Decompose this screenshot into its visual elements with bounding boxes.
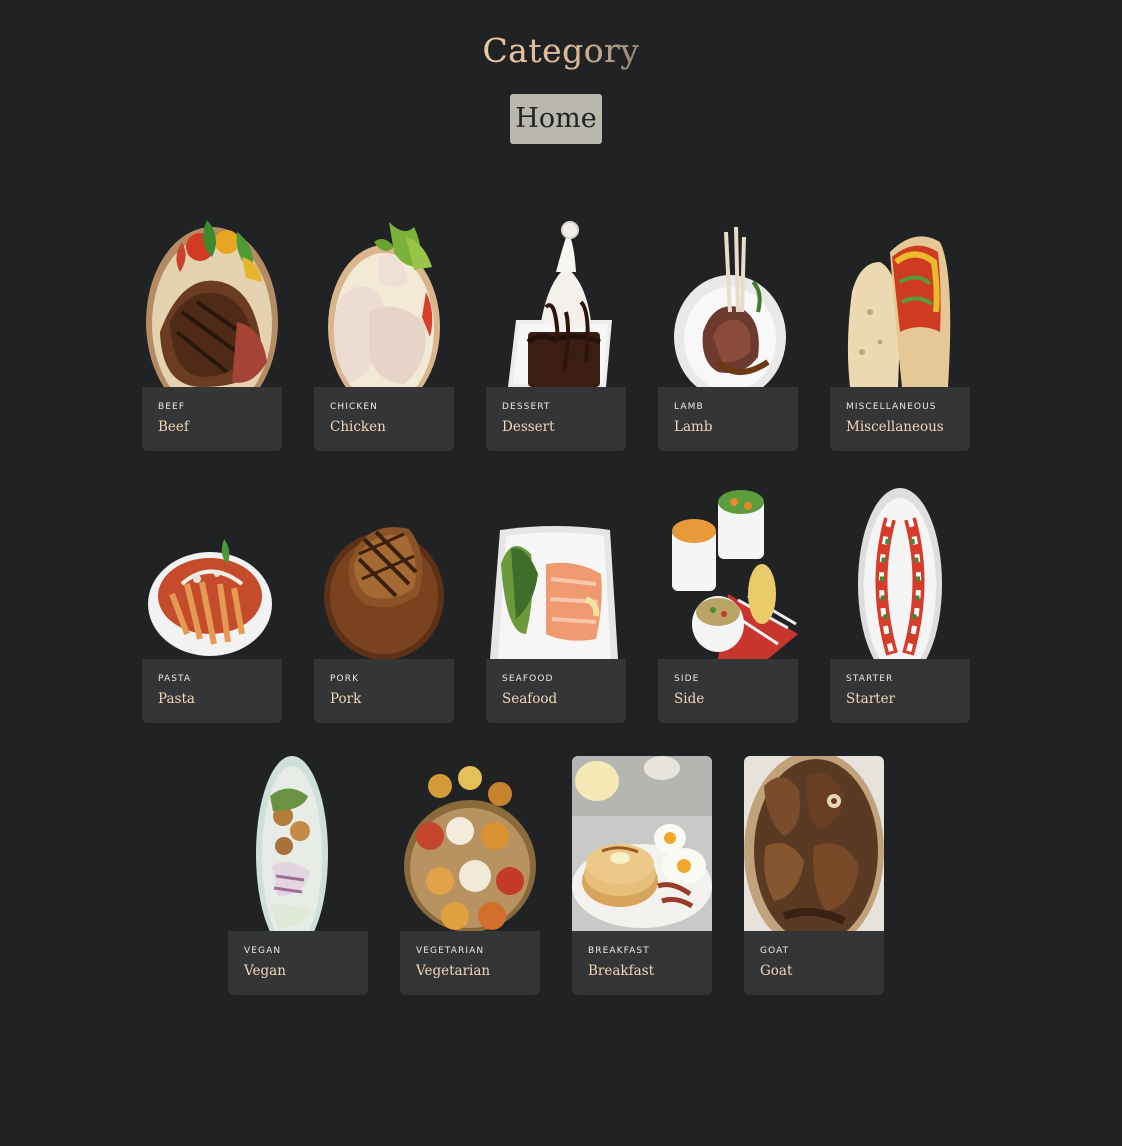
card-info: GOAT Goat bbox=[744, 931, 884, 995]
category-kicker: SEAFOOD bbox=[502, 674, 554, 684]
category-card-seafood[interactable]: SEAFOOD Seafood bbox=[486, 484, 626, 723]
category-kicker: MISCELLANEOUS bbox=[846, 402, 937, 412]
card-info: PASTA Pasta bbox=[142, 659, 282, 723]
category-name: Dessert bbox=[502, 419, 555, 435]
category-kicker: CHICKEN bbox=[330, 402, 379, 412]
category-name: Pasta bbox=[158, 691, 195, 707]
category-card-vegetarian[interactable]: VEGETARIAN Vegetarian bbox=[400, 756, 540, 995]
category-card-side[interactable]: SIDE Side bbox=[658, 484, 798, 723]
breakfast-image bbox=[572, 756, 712, 931]
category-kicker: DESSERT bbox=[502, 402, 551, 412]
category-name: Starter bbox=[846, 691, 896, 707]
miscellaneous-image bbox=[830, 212, 970, 387]
card-info: BEEF Beef bbox=[142, 387, 282, 451]
category-card-beef[interactable]: BEEF Beef bbox=[142, 212, 282, 451]
category-card-goat[interactable]: GOAT Goat bbox=[744, 756, 884, 995]
card-info: BREAKFAST Breakfast bbox=[572, 931, 712, 995]
category-name: Side bbox=[674, 691, 705, 707]
card-info: SEAFOOD Seafood bbox=[486, 659, 626, 723]
category-name: Miscellaneous bbox=[846, 419, 944, 435]
category-card-chicken[interactable]: CHICKEN Chicken bbox=[314, 212, 454, 451]
lamb-image bbox=[658, 212, 798, 387]
category-kicker: BREAKFAST bbox=[588, 946, 650, 956]
category-name: Beef bbox=[158, 419, 189, 435]
starter-image bbox=[830, 484, 970, 659]
category-kicker: LAMB bbox=[674, 402, 704, 412]
category-grid: BEEF Beef CHICKEN Chicken DESSERT Desser… bbox=[0, 0, 1122, 1146]
vegan-image bbox=[228, 756, 368, 931]
card-info: PORK Pork bbox=[314, 659, 454, 723]
category-card-pasta[interactable]: PASTA Pasta bbox=[142, 484, 282, 723]
category-kicker: VEGAN bbox=[244, 946, 282, 956]
category-name: Vegetarian bbox=[416, 963, 491, 979]
card-info: MISCELLANEOUS Miscellaneous bbox=[830, 387, 970, 451]
category-name: Goat bbox=[760, 963, 793, 979]
category-kicker: STARTER bbox=[846, 674, 894, 684]
card-info: DESSERT Dessert bbox=[486, 387, 626, 451]
goat-image bbox=[744, 756, 884, 931]
category-name: Seafood bbox=[502, 691, 558, 707]
category-card-pork[interactable]: PORK Pork bbox=[314, 484, 454, 723]
category-kicker: VEGETARIAN bbox=[416, 946, 485, 956]
category-card-vegan[interactable]: VEGAN Vegan bbox=[228, 756, 368, 995]
card-info: STARTER Starter bbox=[830, 659, 970, 723]
vegetarian-image bbox=[400, 756, 540, 931]
seafood-image bbox=[486, 484, 626, 659]
side-image bbox=[658, 484, 798, 659]
chicken-image bbox=[314, 212, 454, 387]
beef-image bbox=[142, 212, 282, 387]
category-name: Vegan bbox=[244, 963, 286, 979]
category-kicker: BEEF bbox=[158, 402, 186, 412]
card-info: VEGETARIAN Vegetarian bbox=[400, 931, 540, 995]
pasta-image bbox=[142, 484, 282, 659]
card-info: VEGAN Vegan bbox=[228, 931, 368, 995]
category-name: Lamb bbox=[674, 419, 713, 435]
pork-image bbox=[314, 484, 454, 659]
category-kicker: PASTA bbox=[158, 674, 192, 684]
card-info: CHICKEN Chicken bbox=[314, 387, 454, 451]
card-info: SIDE Side bbox=[658, 659, 798, 723]
dessert-image bbox=[486, 212, 626, 387]
category-card-breakfast[interactable]: BREAKFAST Breakfast bbox=[572, 756, 712, 995]
category-kicker: GOAT bbox=[760, 946, 790, 956]
card-info: LAMB Lamb bbox=[658, 387, 798, 451]
category-card-starter[interactable]: STARTER Starter bbox=[830, 484, 970, 723]
category-name: Breakfast bbox=[588, 963, 654, 979]
category-card-lamb[interactable]: LAMB Lamb bbox=[658, 212, 798, 451]
category-card-dessert[interactable]: DESSERT Dessert bbox=[486, 212, 626, 451]
category-kicker: PORK bbox=[330, 674, 360, 684]
category-name: Pork bbox=[330, 691, 362, 707]
category-name: Chicken bbox=[330, 419, 386, 435]
category-card-miscellaneous[interactable]: MISCELLANEOUS Miscellaneous bbox=[830, 212, 970, 451]
category-kicker: SIDE bbox=[674, 674, 700, 684]
